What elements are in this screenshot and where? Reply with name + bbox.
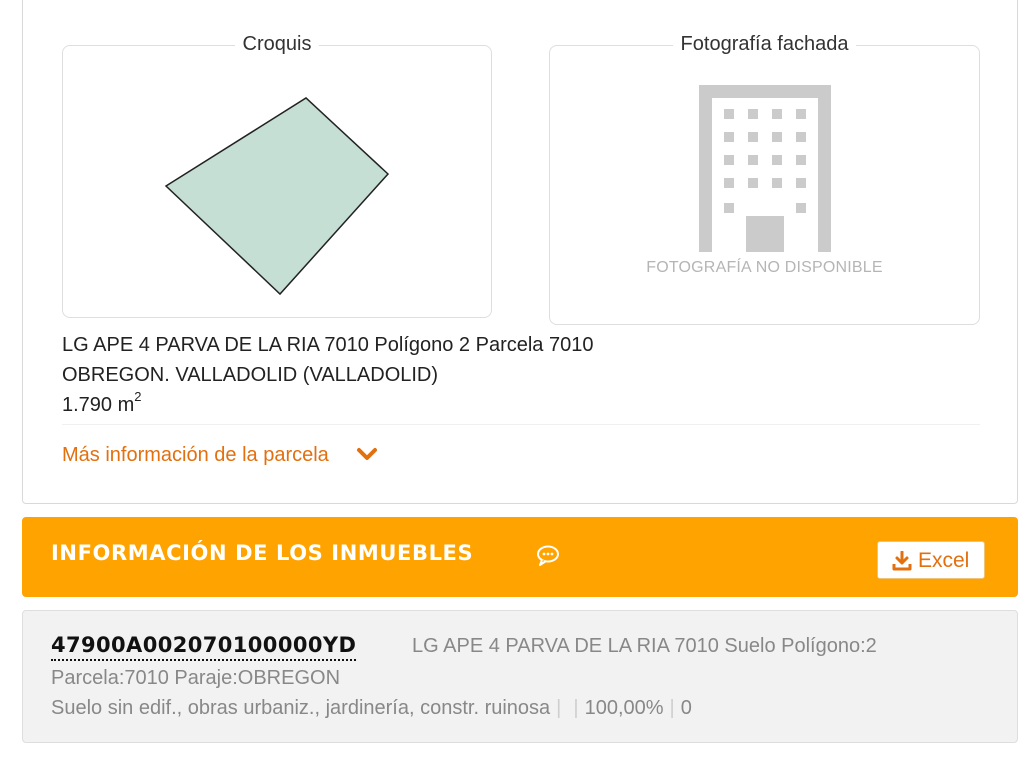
cadastral-reference-link[interactable]: 47900A002070100000YD: [51, 633, 357, 661]
separator: |: [669, 697, 675, 719]
property-location-line-2: Parcela:7010 Paraje:OBREGON: [51, 667, 341, 689]
property-use-line: Suelo sin edif., obras urbaniz., jardine…: [51, 697, 692, 720]
area-value: 1.790 m: [62, 394, 135, 416]
separator: |: [573, 697, 579, 719]
address-line-1: LG APE 4 PARVA DE LA RIA 7010 Polígono 2…: [62, 334, 594, 356]
property-location-line-1: LG APE 4 PARVA DE LA RIA 7010 Suelo Polí…: [412, 635, 877, 657]
more-parcel-info-link[interactable]: Más información de la parcela: [62, 444, 378, 467]
facade-photo-panel: Fotografía fachada FOTOGRAFÍA NO DISPONI…: [549, 33, 980, 325]
address-line-2: OBREGON. VALLADOLID (VALLADOLID): [62, 364, 439, 386]
separator: |: [556, 697, 562, 719]
property-list-item: 47900A002070100000YD LG APE 4 PARVA DE L…: [22, 610, 1018, 743]
excel-export-button[interactable]: Excel: [877, 541, 985, 579]
download-icon: [892, 550, 912, 576]
parcel-sketch-icon[interactable]: [63, 46, 493, 319]
croquis-panel: Croquis: [62, 33, 493, 319]
buildings-info-title: INFORMACIÓN DE LOS INMUEBLES: [51, 541, 474, 565]
excel-button-label[interactable]: Excel: [918, 549, 969, 573]
property-percentage: 100,00%: [584, 697, 664, 719]
chat-icon[interactable]: [536, 544, 560, 571]
parcel-area: 1.790 m2: [62, 390, 980, 420]
parcel-address-block: LG APE 4 PARVA DE LA RIA 7010 Polígono 2…: [62, 330, 980, 425]
building-placeholder-icon: [699, 85, 831, 252]
buildings-info-header: INFORMACIÓN DE LOS INMUEBLES Excel: [22, 517, 1018, 597]
property-count: 0: [680, 697, 692, 719]
property-use: Suelo sin edif., obras urbaniz., jardine…: [51, 697, 551, 719]
area-unit-exponent: 2: [134, 389, 142, 405]
photo-unavailable-caption: FOTOGRAFÍA NO DISPONIBLE: [646, 259, 883, 276]
more-parcel-info-label[interactable]: Más información de la parcela: [62, 444, 329, 466]
chevron-down-icon[interactable]: [356, 444, 378, 467]
